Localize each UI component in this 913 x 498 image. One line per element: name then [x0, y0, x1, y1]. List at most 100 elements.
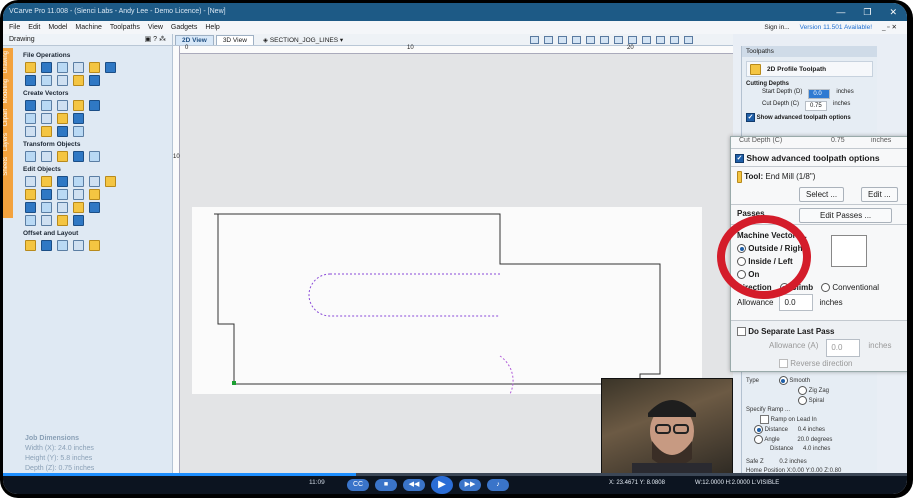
tool-icon[interactable] — [41, 100, 52, 111]
tool-icon[interactable] — [89, 202, 100, 213]
adv-checkbox[interactable]: ✓ — [746, 113, 755, 122]
tool-icon[interactable] — [25, 189, 36, 200]
select-icon[interactable] — [628, 36, 637, 44]
menu-item-model[interactable]: Model — [48, 21, 67, 34]
tool-icon[interactable] — [73, 100, 84, 111]
tool-icon[interactable] — [57, 75, 68, 86]
signin-link[interactable]: Sign in... — [764, 21, 789, 34]
vtab-layers[interactable]: Layers — [3, 130, 9, 154]
progress-track[interactable] — [3, 473, 907, 476]
adv-option-row[interactable]: ✓ Show advanced toolpath options — [746, 113, 873, 122]
tool-icon[interactable] — [89, 240, 100, 251]
angle-radio[interactable] — [754, 435, 763, 445]
cut-depth-field[interactable]: 0.75 — [805, 101, 828, 111]
tool-icon[interactable] — [57, 126, 68, 137]
tool-icon[interactable] — [73, 240, 84, 251]
tool-icon[interactable] — [57, 202, 68, 213]
tab-2d-view[interactable]: 2D View — [175, 35, 214, 45]
forward-icon[interactable]: ▶▶ — [459, 479, 481, 491]
layout-icon[interactable] — [670, 36, 679, 44]
tool-icon[interactable] — [73, 189, 84, 200]
spiral-option[interactable]: Spiral — [798, 396, 841, 406]
zoom-fit-icon[interactable] — [614, 36, 623, 44]
tab-3d-view[interactable]: 3D View — [215, 35, 254, 45]
minimize-icon[interactable]: — — [836, 3, 845, 21]
conventional-option[interactable]: Conventional — [821, 281, 879, 294]
tool-icon[interactable] — [73, 176, 84, 187]
zoom-in-icon[interactable] — [586, 36, 595, 44]
tool-icon[interactable] — [73, 215, 84, 226]
node-icon[interactable] — [642, 36, 651, 44]
color-icon[interactable] — [656, 36, 665, 44]
tool-icon[interactable] — [57, 240, 68, 251]
tool-icon[interactable] — [41, 202, 52, 213]
vtab-drawing[interactable]: Drawing — [3, 48, 9, 76]
layer-dropdown[interactable]: ◈ SECTION_JOG_LINES ▾ — [263, 36, 343, 44]
tool-icon[interactable] — [41, 126, 52, 137]
menu-item-edit[interactable]: Edit — [28, 21, 40, 34]
tool-edit-button[interactable]: Edit ... — [861, 187, 898, 202]
tool-icon[interactable] — [57, 62, 68, 73]
tool-icon[interactable] — [89, 100, 100, 111]
tool-icon[interactable] — [25, 151, 36, 162]
tool-icon[interactable] — [25, 113, 36, 124]
tool-icon[interactable] — [41, 176, 52, 187]
distance-radio[interactable] — [754, 425, 763, 435]
separate-pass-row[interactable]: Do Separate Last Pass — [737, 325, 903, 339]
tool-icon[interactable] — [89, 176, 100, 187]
vtab-clipart[interactable]: Clipart — [3, 106, 9, 129]
tool-icon[interactable] — [41, 151, 52, 162]
move-icon[interactable] — [572, 36, 581, 44]
menu-item-gadgets[interactable]: Gadgets — [171, 21, 197, 34]
start-depth-field[interactable]: 0.0 — [808, 89, 831, 99]
menu-item-file[interactable]: File — [9, 21, 20, 34]
tool-icon[interactable] — [89, 75, 100, 86]
tool-icon[interactable] — [25, 75, 36, 86]
vtab-sheets[interactable]: Sheets — [3, 154, 9, 179]
tool-icon[interactable] — [89, 151, 100, 162]
tool-icon[interactable] — [73, 202, 84, 213]
tool-icon[interactable] — [57, 113, 68, 124]
volume-icon[interactable]: ♪ — [487, 479, 509, 491]
tool-icon[interactable] — [41, 75, 52, 86]
menu-item-toolpaths[interactable]: Toolpaths — [110, 21, 140, 34]
menu-item-view[interactable]: View — [148, 21, 163, 34]
zoom-out-icon[interactable] — [600, 36, 609, 44]
tool-icon[interactable] — [25, 240, 36, 251]
tool-icon[interactable] — [105, 176, 116, 187]
tool-icon[interactable] — [57, 151, 68, 162]
maximize-icon[interactable]: ❐ — [863, 3, 871, 21]
tool-icon[interactable] — [57, 215, 68, 226]
tool-icon[interactable] — [57, 189, 68, 200]
vtab-modeling[interactable]: Modeling — [3, 76, 9, 106]
close-icon[interactable]: ✕ — [889, 3, 897, 21]
zigzag-option[interactable]: Zig Zag — [798, 386, 841, 396]
tool-icon[interactable] — [73, 62, 84, 73]
tool-icon[interactable] — [41, 189, 52, 200]
separate-checkbox[interactable] — [737, 327, 746, 337]
restore-icon[interactable]: _ ▫ ✕ — [882, 21, 897, 34]
snap-icon[interactable] — [544, 36, 553, 44]
tool-icon[interactable] — [41, 113, 52, 124]
tool-icon[interactable] — [25, 126, 36, 137]
tool-icon[interactable] — [25, 215, 36, 226]
reverse-row[interactable]: Reverse direction — [779, 357, 903, 371]
tool-icon[interactable] — [105, 62, 116, 73]
tool-icon[interactable] — [73, 126, 84, 137]
tool-icon[interactable] — [89, 189, 100, 200]
tool-icon[interactable] — [41, 215, 52, 226]
tool-icon[interactable] — [25, 100, 36, 111]
menu-item-help[interactable]: Help — [205, 21, 219, 34]
stop-icon[interactable]: ■ — [375, 479, 397, 491]
tool-select-button[interactable]: Select ... — [799, 187, 845, 202]
tool-icon[interactable] — [89, 62, 100, 73]
smooth-option[interactable]: Smooth — [778, 376, 810, 385]
tool-icon[interactable] — [73, 75, 84, 86]
zoom-icon[interactable] — [530, 36, 539, 44]
distance-value[interactable]: 0.4 — [798, 427, 806, 433]
menu-item-machine[interactable]: Machine — [75, 21, 101, 34]
version-link[interactable]: Version 11.501 Available! — [800, 21, 872, 34]
edit-passes-button[interactable]: Edit Passes ... — [799, 208, 893, 223]
distance2-value[interactable]: 4.0 — [803, 446, 811, 452]
tool-icon[interactable] — [25, 202, 36, 213]
